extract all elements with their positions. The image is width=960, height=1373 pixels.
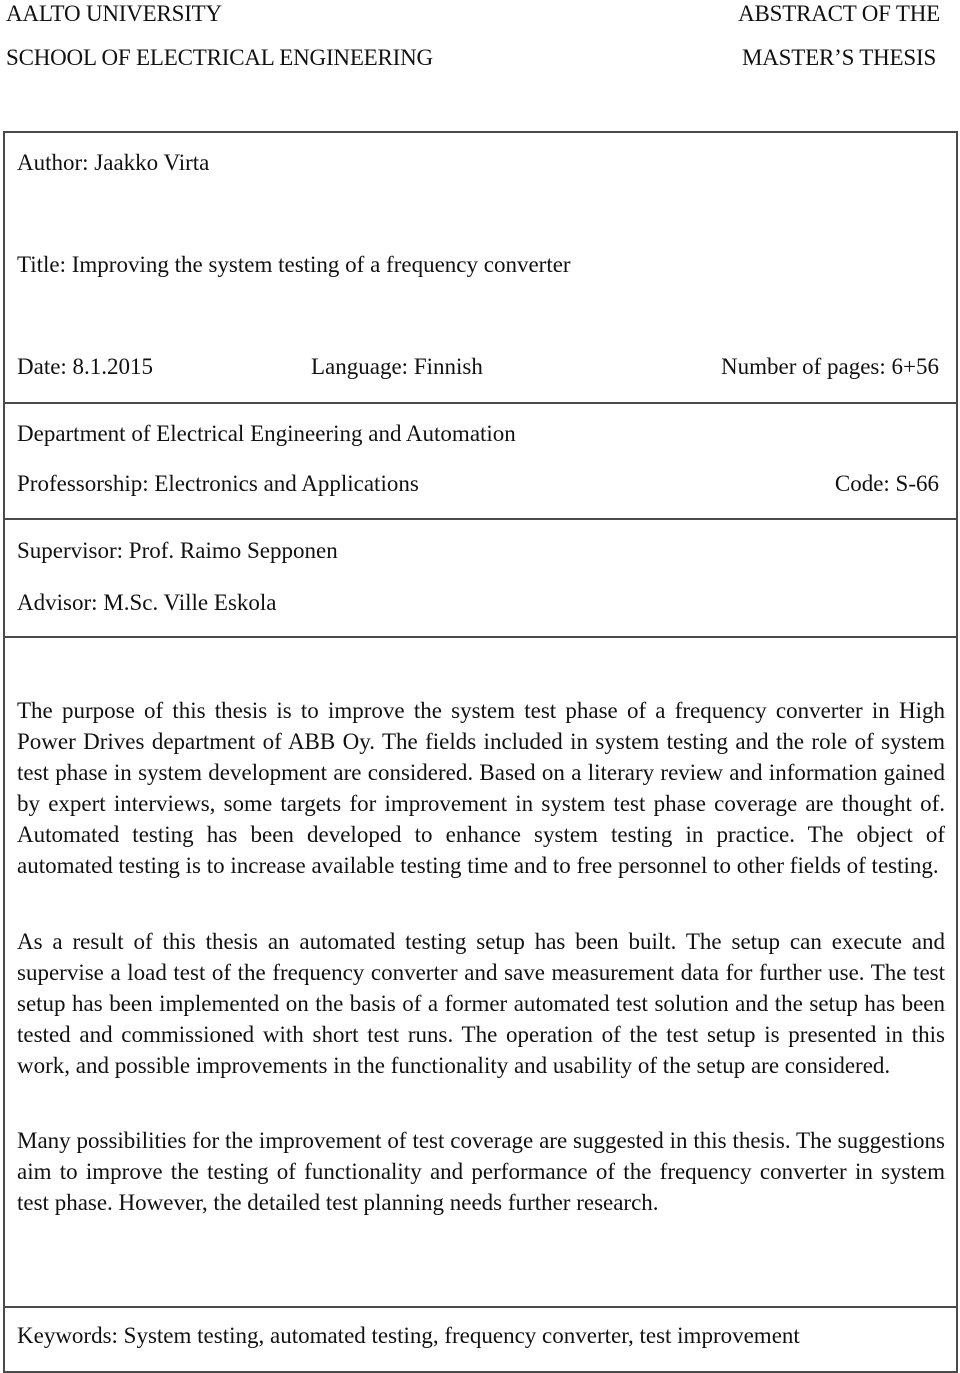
department-field: Department of Electrical Engineering and… [17,421,516,446]
title-field: Title: Improving the system testing of a… [17,252,571,277]
school-name: SCHOOL OF ELECTRICAL ENGINEERING [6,45,433,70]
code-field: Code: S-66 [834,471,939,496]
professorship-field: Professorship: Electronics and Applicati… [17,471,419,496]
abstract-paragraph: As a result of this thesis an automated … [17,929,945,1078]
date-field: Date: 8.1.2015 [17,354,154,379]
abstract-form: Author: Jaakko Virta Title: Improving th… [3,131,958,1373]
pages-field: Number of pages: 6+56 [720,354,939,379]
abstract-paragraph: The purpose of this thesis is to improve… [17,698,945,878]
document-type-line-1: ABSTRACT OF THE [738,1,940,26]
keywords-field: Keywords: System testing, automated test… [17,1323,800,1348]
university-header: AALTO UNIVERSITY SCHOOL OF ELECTRICAL EN… [6,0,433,88]
section-divider [5,636,956,638]
university-name: AALTO UNIVERSITY [6,1,222,26]
abstract-paragraph: Many possibilities for the improvement o… [17,1128,945,1215]
section-divider [5,402,956,404]
language-field: Language: Finnish [311,354,483,379]
advisor-field: Advisor: M.Sc. Ville Eskola [17,590,277,615]
section-divider [5,518,956,520]
supervisor-field: Supervisor: Prof. Raimo Sepponen [17,538,338,563]
section-divider [5,1306,956,1308]
document-type-header: ABSTRACT OF THE MASTER’S THESIS [738,0,940,88]
document-type-line-2: MASTER’S THESIS [742,45,937,70]
author-field: Author: Jaakko Virta [17,150,210,175]
